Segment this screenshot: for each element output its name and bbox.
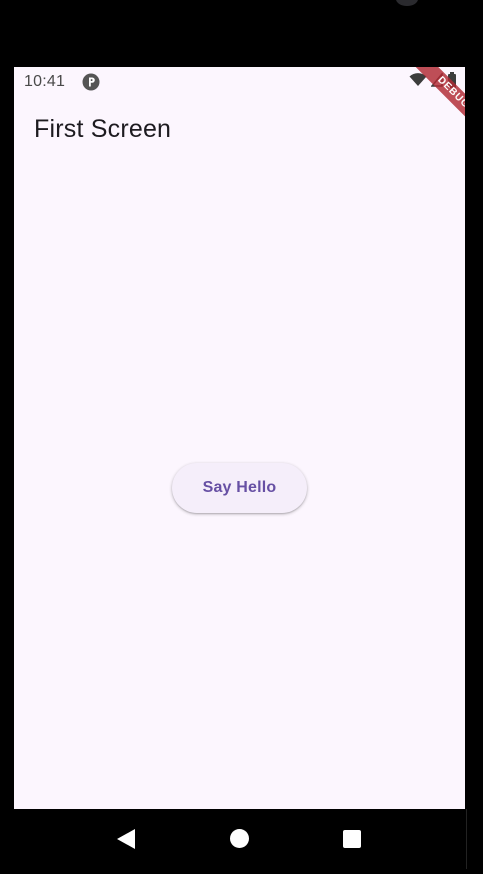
app-status-icon bbox=[82, 73, 100, 91]
phone-device: 10:41 First Screen Say Hello DEBUG bbox=[0, 0, 483, 874]
wifi-icon bbox=[409, 72, 427, 92]
signal-icon bbox=[430, 71, 443, 92]
status-time: 10:41 bbox=[24, 73, 66, 90]
camera-cutout bbox=[396, 0, 418, 6]
battery-icon bbox=[447, 71, 457, 93]
status-icons bbox=[409, 71, 457, 93]
say-hello-button[interactable]: Say Hello bbox=[172, 463, 307, 513]
app-screen: 10:41 First Screen Say Hello DEBUG bbox=[14, 67, 465, 809]
back-icon[interactable] bbox=[116, 828, 136, 850]
home-icon[interactable] bbox=[230, 829, 249, 848]
recents-icon[interactable] bbox=[343, 830, 361, 848]
edge-divider bbox=[466, 809, 467, 869]
status-bar: 10:41 bbox=[14, 67, 465, 97]
navigation-bar bbox=[0, 809, 483, 874]
app-bar-title: First Screen bbox=[34, 115, 172, 143]
